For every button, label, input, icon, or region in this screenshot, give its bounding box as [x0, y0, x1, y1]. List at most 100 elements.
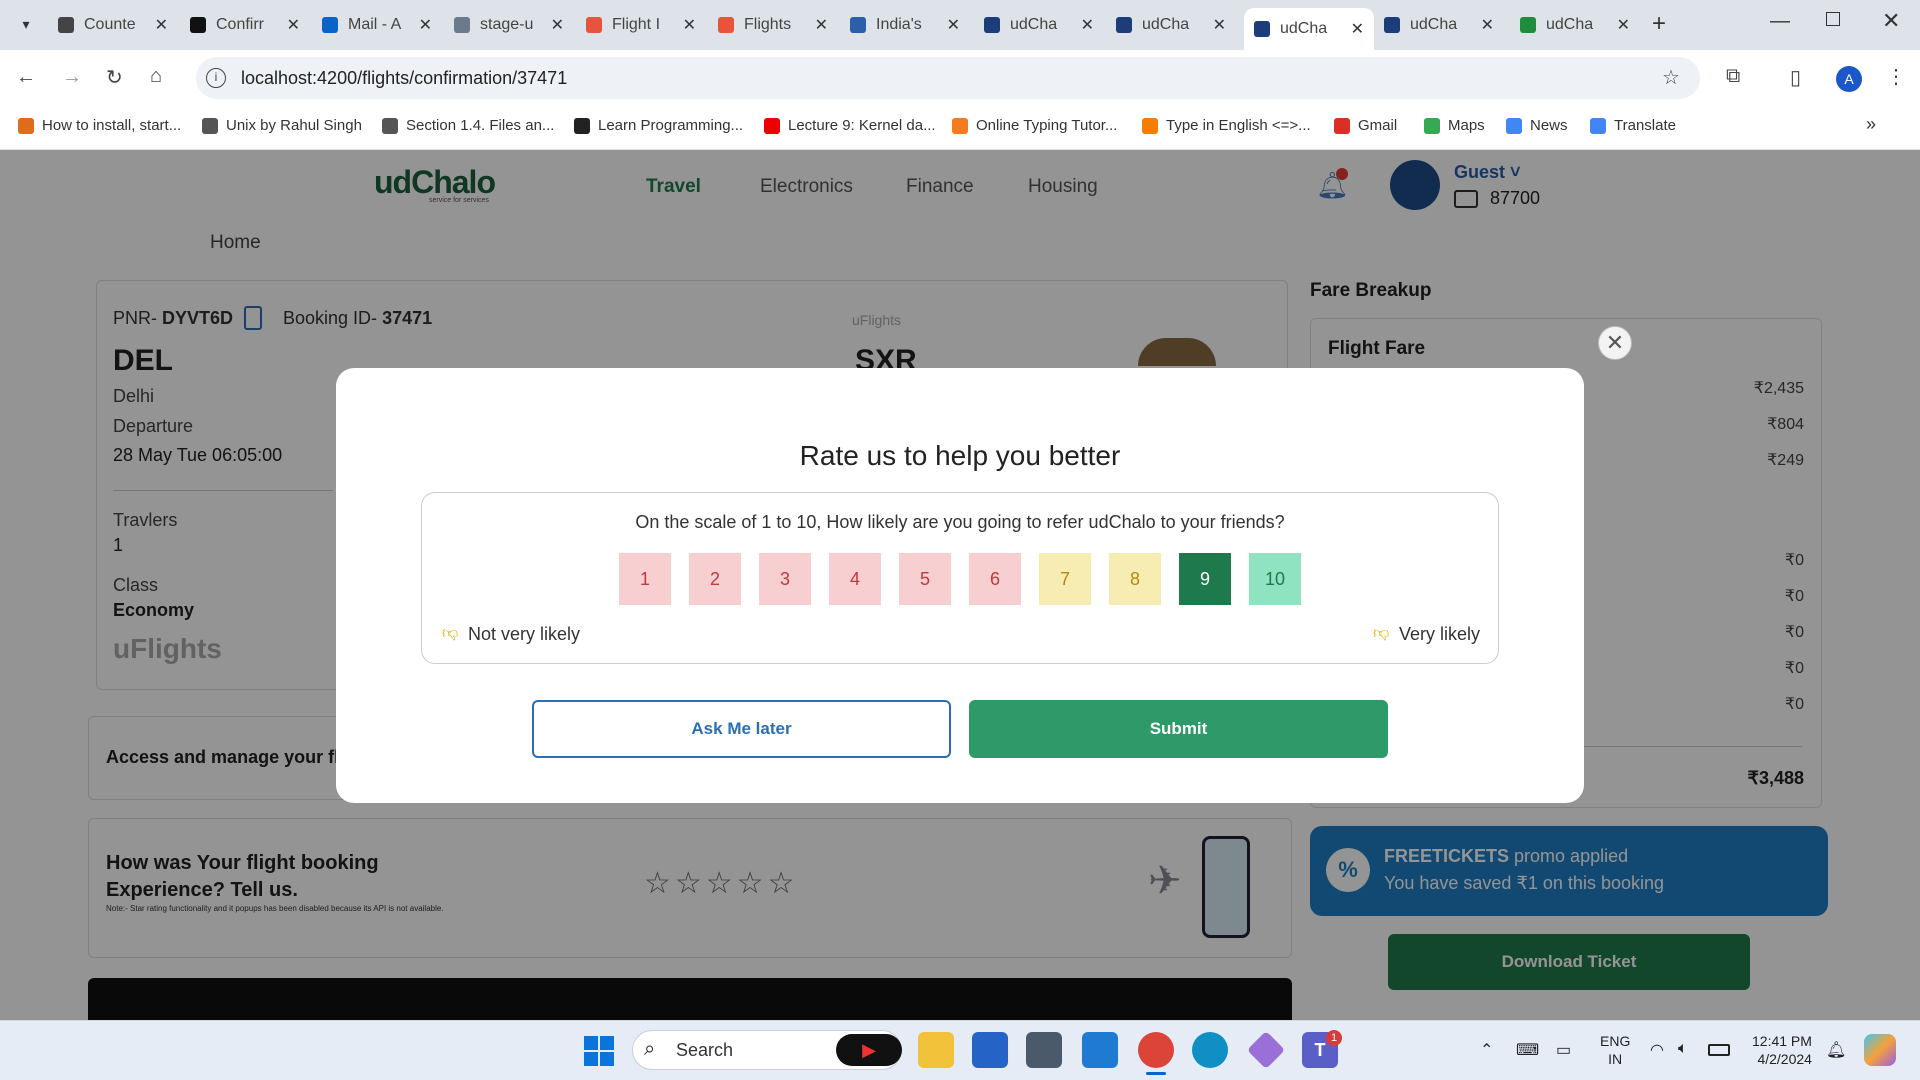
score-button-1[interactable]: 1: [619, 553, 671, 605]
close-tab-icon[interactable]: ✕: [1351, 19, 1364, 39]
restore-icon[interactable]: [1826, 12, 1840, 26]
close-tab-icon[interactable]: ✕: [155, 15, 168, 35]
edge-icon[interactable]: [1192, 1032, 1228, 1068]
url-text[interactable]: localhost:4200/flights/confirmation/3747…: [241, 68, 567, 89]
minimize-icon[interactable]: —: [1770, 10, 1790, 33]
teams-badge: 1: [1326, 1030, 1342, 1046]
close-tab-icon[interactable]: ✕: [815, 15, 828, 35]
chrome-icon[interactable]: [1138, 1032, 1174, 1068]
thumbs-up-icon: 👎︎: [1373, 625, 1390, 642]
bookmark-item[interactable]: Online Typing Tutor...: [952, 117, 1117, 134]
github-icon: [190, 17, 206, 33]
file-explorer-icon[interactable]: [918, 1032, 954, 1068]
start-icon[interactable]: [584, 1036, 614, 1066]
tab-title: udCha: [1280, 20, 1328, 37]
bookmark-star-icon[interactable]: ☆: [1662, 65, 1680, 90]
rating-question: On the scale of 1 to 10, How likely are …: [635, 512, 1285, 532]
close-tab-icon[interactable]: ✕: [1481, 15, 1494, 35]
search-highlight-icon: ▶: [836, 1034, 902, 1066]
gmail-icon: [1334, 117, 1350, 134]
close-modal-icon[interactable]: ✕: [1598, 326, 1632, 360]
tab-search-button[interactable]: ▾: [12, 10, 40, 38]
close-tab-icon[interactable]: ✕: [947, 15, 960, 35]
score-button-6[interactable]: 6: [969, 553, 1021, 605]
tab-title: stage-u: [480, 16, 534, 33]
bookmark-item[interactable]: Translate: [1590, 117, 1676, 134]
score-button-10[interactable]: 10: [1249, 553, 1301, 605]
browser-tab[interactable]: Mail - A ✕: [312, 8, 442, 42]
close-window-icon[interactable]: ✕: [1882, 8, 1900, 34]
score-button-3[interactable]: 3: [759, 553, 811, 605]
u-icon: [454, 17, 470, 33]
browser-tab[interactable]: udCha ✕: [1244, 8, 1374, 50]
nc-icon: [1384, 17, 1400, 33]
bookmark-item[interactable]: Type in English <=>...: [1142, 117, 1311, 134]
square-icon: [952, 117, 968, 134]
bookmark-item[interactable]: News: [1506, 117, 1568, 134]
tray-chevron-icon[interactable]: ⌃: [1480, 1040, 1493, 1060]
camera-icon[interactable]: [1026, 1032, 1062, 1068]
copilot-icon[interactable]: [1864, 1034, 1896, 1066]
maps-icon: [1424, 117, 1440, 134]
profile-avatar[interactable]: A: [1836, 66, 1862, 92]
back-icon[interactable]: ←: [16, 66, 36, 89]
forward-icon[interactable]: →: [62, 66, 82, 89]
blogger-icon: [1142, 117, 1158, 134]
bookmark-item[interactable]: Unix by Rahul Singh: [202, 117, 362, 134]
browser-tab[interactable]: Counte ✕: [48, 8, 178, 42]
clock[interactable]: 12:41 PM 4/2/2024: [1752, 1032, 1812, 1068]
score-button-5[interactable]: 5: [899, 553, 951, 605]
browser-tab[interactable]: India's ✕: [840, 8, 970, 42]
news-icon: [1506, 117, 1522, 134]
browser-tab[interactable]: stage-u ✕: [444, 8, 574, 42]
side-panel-icon[interactable]: ▯: [1790, 65, 1801, 90]
volume-icon[interactable]: 🔈︎: [1678, 1040, 1688, 1058]
vscode-icon[interactable]: [1082, 1032, 1118, 1068]
browser-tab[interactable]: udCha ✕: [1510, 8, 1640, 42]
score-button-7[interactable]: 7: [1039, 553, 1091, 605]
submit-button[interactable]: Submit: [969, 700, 1388, 758]
home-icon[interactable]: ⌂: [150, 65, 162, 88]
close-tab-icon[interactable]: ✕: [419, 15, 432, 35]
reload-icon[interactable]: ↻: [106, 65, 123, 90]
close-tab-icon[interactable]: ✕: [551, 15, 564, 35]
language-indicator[interactable]: ENG IN: [1600, 1032, 1630, 1068]
nc-icon: [1116, 17, 1132, 33]
browser-tab[interactable]: Flight I ✕: [576, 8, 706, 42]
bookmark-item[interactable]: How to install, start...: [18, 117, 181, 134]
browser-tab[interactable]: udCha ✕: [1106, 8, 1236, 42]
close-tab-icon[interactable]: ✕: [683, 15, 696, 35]
more-bookmarks-icon[interactable]: »: [1866, 114, 1876, 135]
nc-icon: [1254, 21, 1270, 37]
new-tab-icon[interactable]: +: [1652, 10, 1666, 38]
close-tab-icon[interactable]: ✕: [1213, 15, 1226, 35]
bookmark-item[interactable]: Gmail: [1334, 117, 1397, 134]
u-icon: [850, 17, 866, 33]
keyboard-icon[interactable]: ⌨︎: [1516, 1040, 1539, 1060]
bookmark-item[interactable]: Maps: [1424, 117, 1485, 134]
bookmark-item[interactable]: Lecture 9: Kernel da...: [764, 117, 936, 134]
score-button-8[interactable]: 8: [1109, 553, 1161, 605]
menu-icon[interactable]: ⋮: [1886, 64, 1906, 89]
bookmark-item[interactable]: Learn Programming...: [574, 117, 743, 134]
score-button-9[interactable]: 9: [1179, 553, 1231, 605]
browser-tab[interactable]: udCha ✕: [974, 8, 1104, 42]
battery-icon[interactable]: [1708, 1044, 1730, 1056]
bookmark-item[interactable]: Section 1.4. Files an...: [382, 117, 554, 134]
figma-icon: [718, 17, 734, 33]
site-info-icon[interactable]: i: [206, 68, 226, 88]
browser-tab[interactable]: Flights ✕: [708, 8, 838, 42]
close-tab-icon[interactable]: ✕: [1081, 15, 1094, 35]
browser-tab[interactable]: udCha ✕: [1374, 8, 1504, 42]
close-tab-icon[interactable]: ✕: [287, 15, 300, 35]
extensions-icon[interactable]: ⧉: [1726, 65, 1740, 88]
close-tab-icon[interactable]: ✕: [1617, 15, 1630, 35]
notification-center-icon[interactable]: 🔔︎: [1826, 1040, 1846, 1060]
store-icon[interactable]: [972, 1032, 1008, 1068]
ask-me-later-button[interactable]: Ask Me later: [532, 700, 951, 758]
score-button-4[interactable]: 4: [829, 553, 881, 605]
wifi-icon[interactable]: ◠: [1650, 1040, 1664, 1060]
browser-tab[interactable]: Confirr ✕: [180, 8, 310, 42]
score-button-2[interactable]: 2: [689, 553, 741, 605]
tablet-icon[interactable]: ▭: [1556, 1040, 1571, 1060]
